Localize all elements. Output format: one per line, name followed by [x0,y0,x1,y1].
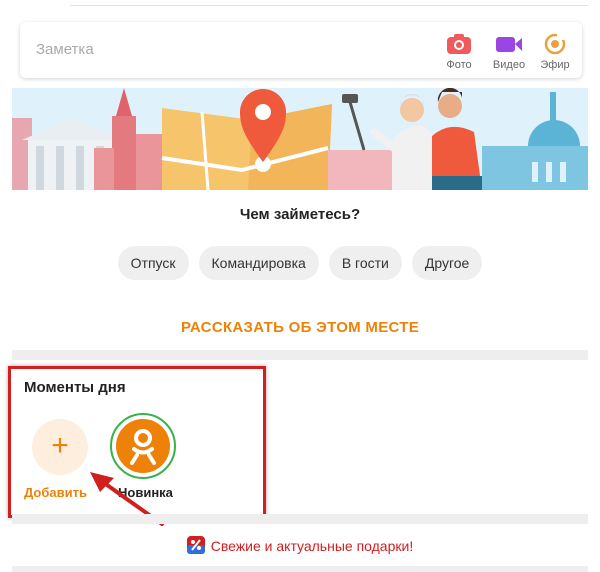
live-broadcast-icon [544,33,566,55]
video-camera-icon [496,37,522,52]
chip-other[interactable]: Другое [411,246,483,280]
camera-icon [447,34,471,54]
chip-business-trip[interactable]: Командировка [198,246,319,280]
percent-badge-icon [186,536,205,554]
gifts-promo-text: Свежие и актуальные подарки! [210,538,414,554]
tell-about-place-link[interactable]: РАССКАЗАТЬ ОБ ЭТОМ МЕСТЕ [0,319,600,336]
activity-question: Чем займетесь? [239,206,361,223]
video-label: Видео [492,59,526,71]
travel-banner [12,88,588,190]
activity-chips: Отпуск Командировка В гости Другое [0,246,600,280]
photo-button[interactable]: Фото [437,32,481,71]
section-divider [12,350,588,360]
gifts-promo-link[interactable]: Свежие и актуальные подарки! [0,536,600,554]
live-label: Эфир [540,59,570,71]
note-composer[interactable]: Заметка Фото Видео Эфир [20,22,582,78]
section-divider [12,566,588,572]
chip-vacation[interactable]: Отпуск [117,246,189,280]
top-divider [70,0,588,6]
travel-illustration [12,88,588,190]
note-placeholder[interactable]: Заметка [36,41,94,58]
video-button[interactable]: Видео [487,32,531,71]
photo-label: Фото [446,59,472,71]
section-divider [12,514,588,524]
chip-visit[interactable]: В гости [328,246,402,280]
live-button[interactable]: Эфир [533,32,577,71]
